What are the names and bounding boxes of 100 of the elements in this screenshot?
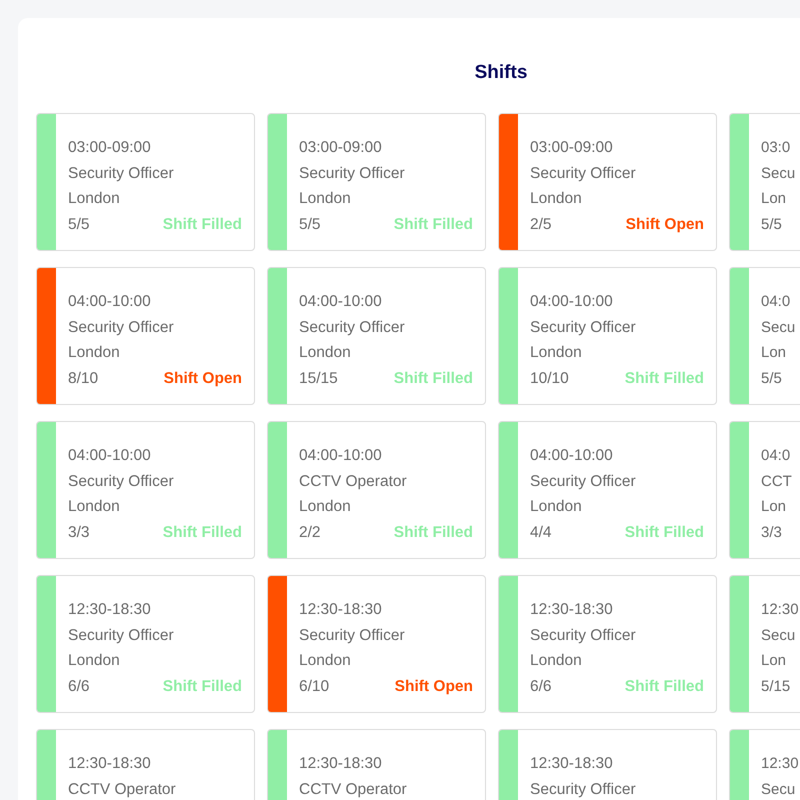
- shift-role: CCTV Operator: [299, 472, 407, 490]
- shift-location: London: [68, 344, 120, 361]
- shift-time: 12:30-18:30: [299, 601, 382, 618]
- shift-status: Shift Open: [164, 368, 242, 388]
- staff-count: 6/6: [530, 676, 552, 696]
- shift-location: London: [68, 498, 120, 515]
- staff-count: 5/5: [761, 368, 782, 388]
- shift-card[interactable]: 12:30-18:30 CCTV Operator: [267, 729, 486, 800]
- shift-time: 03:00-09:00: [530, 139, 613, 156]
- staff-count: 2/5: [530, 214, 552, 234]
- shift-location: London: [68, 652, 120, 669]
- shift-location: Lon: [761, 498, 786, 515]
- shift-card[interactable]: 03:00-09:00 Security Officer London 2/5 Shift Open: [498, 113, 717, 251]
- shift-card[interactable]: 12:30-18:30 Security Officer London 6/6 Shift Filled: [498, 575, 717, 713]
- shift-card[interactable]: 04:00-10:00 CCTV Operator London 2/2 Shift Filled: [267, 421, 486, 559]
- shift-card[interactable]: 12:30-18:30 Security Officer London 6/10 Shift Open: [267, 575, 486, 713]
- shift-time: 04:00-10:00: [299, 293, 382, 310]
- shift-card[interactable]: 12:30 Secu Lon 5/15: [729, 575, 800, 713]
- shift-role: Security Officer: [68, 626, 174, 644]
- shift-card[interactable]: 03:00-09:00 Security Officer London 5/5 Shift Filled: [267, 113, 486, 251]
- shift-card[interactable]: 04:00-10:00 Security Officer London 15/15 Shift Filled: [267, 267, 486, 405]
- shift-status: Shift Filled: [162, 522, 242, 542]
- shift-location: Lon: [761, 652, 786, 669]
- shift-time: 04:0: [761, 293, 790, 310]
- shift-time: 12:30: [761, 601, 799, 618]
- shift-time: 04:0: [761, 447, 790, 464]
- page-title: Shifts: [474, 62, 528, 83]
- shift-card[interactable]: 04:0 CCT Lon 3/3: [729, 421, 800, 559]
- staff-count: 15/15: [299, 368, 338, 388]
- shift-card[interactable]: 04:00-10:00 Security Officer London 8/10 Shift Open: [36, 267, 255, 405]
- shift-card[interactable]: 03:00-09:00 Security Officer London 5/5 Shift Filled: [36, 113, 255, 251]
- shift-time: 12:30-18:30: [530, 755, 613, 772]
- staff-count: 6/10: [299, 676, 330, 696]
- shift-time: 03:00-09:00: [68, 139, 151, 156]
- staff-count: 3/3: [761, 522, 782, 542]
- shift-status: Shift Filled: [162, 676, 242, 696]
- shift-location: London: [530, 498, 582, 515]
- shift-role: Security Officer: [530, 626, 636, 644]
- shift-time: 04:00-10:00: [530, 447, 613, 464]
- shift-time: 03:00-09:00: [299, 139, 382, 156]
- shift-location: London: [68, 190, 120, 207]
- staff-count: 5/5: [761, 214, 782, 234]
- shift-location: London: [530, 652, 582, 669]
- shift-location: London: [299, 652, 351, 669]
- staff-count: 2/2: [299, 522, 321, 542]
- shift-time: 12:30-18:30: [68, 755, 151, 772]
- shift-role: Security Officer: [530, 780, 636, 798]
- staff-count: 8/10: [68, 368, 98, 388]
- staff-count: 3/3: [68, 522, 90, 542]
- shift-role: Secu: [761, 626, 796, 644]
- shift-role: Secu: [761, 780, 796, 798]
- shift-location: London: [530, 344, 582, 361]
- shift-status: Shift Filled: [394, 522, 473, 542]
- staff-count: 5/15: [761, 676, 790, 696]
- shift-location: London: [299, 344, 351, 361]
- shift-time: 12:30: [761, 755, 799, 772]
- shift-location: Lon: [761, 344, 786, 361]
- shift-role: Security Officer: [530, 164, 636, 182]
- shift-time: 04:00-10:00: [530, 293, 613, 310]
- shift-status: Shift Filled: [624, 522, 704, 542]
- staff-count: 4/4: [530, 522, 552, 542]
- shift-role: Security Officer: [68, 164, 174, 182]
- shift-card[interactable]: 12:30-18:30 Security Officer: [498, 729, 717, 800]
- shift-time: 03:0: [761, 139, 790, 156]
- shift-time: 12:30-18:30: [299, 755, 382, 772]
- shift-card[interactable]: 04:00-10:00 Security Officer London 3/3 Shift Filled: [36, 421, 255, 559]
- staff-count: 5/5: [68, 214, 90, 234]
- shift-location: Lon: [761, 190, 786, 207]
- shift-location: London: [530, 190, 582, 207]
- shift-card[interactable]: 03:0 Secu Lon 5/5: [729, 113, 800, 251]
- shift-role: Security Officer: [530, 472, 636, 490]
- shift-time: 12:30-18:30: [68, 601, 151, 618]
- shift-card[interactable]: 04:00-10:00 Security Officer London 10/10 Shift Filled: [498, 267, 717, 405]
- shift-role: Security Officer: [68, 472, 174, 490]
- staff-count: 5/5: [299, 214, 321, 234]
- shift-time: 12:30-18:30: [530, 601, 613, 618]
- shift-role: CCTV Operator: [299, 780, 407, 798]
- shift-location: London: [299, 498, 351, 515]
- shift-card[interactable]: 12:30-18:30 Security Officer London 6/6 Shift Filled: [36, 575, 255, 713]
- shift-location: London: [299, 190, 351, 207]
- shift-time: 04:00-10:00: [299, 447, 382, 464]
- shift-card[interactable]: 04:0 Secu Lon 5/5: [729, 267, 800, 405]
- shift-role: Secu: [761, 164, 796, 182]
- shift-card[interactable]: 12:30-18:30 CCTV Operator: [36, 729, 255, 800]
- shift-role: Security Officer: [530, 318, 636, 336]
- shift-status: Shift Filled: [624, 676, 704, 696]
- shift-role: CCTV Operator: [68, 780, 176, 798]
- shift-card[interactable]: 12:30 Secu: [729, 729, 800, 800]
- shift-role: Security Officer: [299, 626, 405, 644]
- shift-time: 04:00-10:00: [68, 293, 151, 310]
- shift-role: Security Officer: [68, 318, 174, 336]
- shift-time: 04:00-10:00: [68, 447, 151, 464]
- shift-status: Shift Filled: [162, 214, 242, 234]
- shift-status: Shift Open: [626, 214, 704, 234]
- shift-status: Shift Filled: [394, 214, 473, 234]
- staff-count: 6/6: [68, 676, 90, 696]
- shift-card[interactable]: 04:00-10:00 Security Officer London 4/4 Shift Filled: [498, 421, 717, 559]
- shift-role: Secu: [761, 318, 796, 336]
- shift-role: CCT: [761, 472, 792, 490]
- shift-role: Security Officer: [299, 164, 405, 182]
